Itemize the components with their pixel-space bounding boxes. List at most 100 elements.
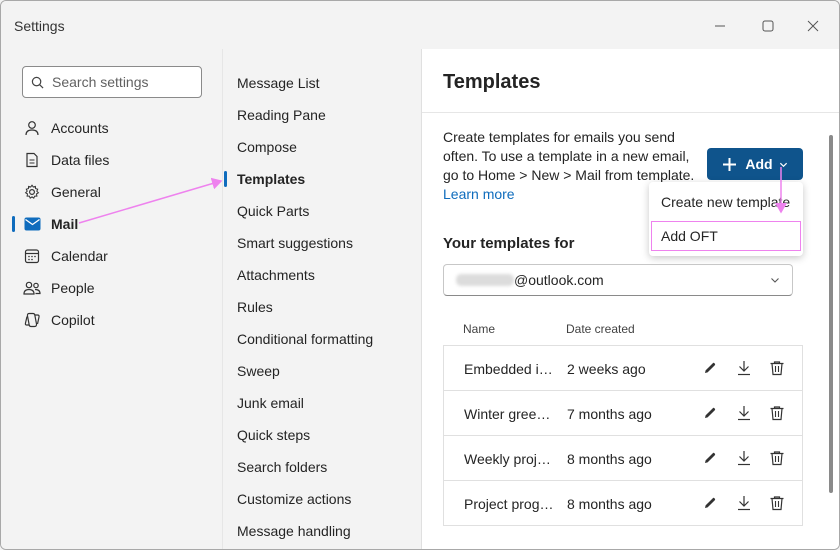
download-button[interactable] [734, 403, 754, 423]
column-header-name: Name [463, 322, 496, 336]
minimize-button[interactable] [705, 13, 735, 39]
learn-more-link[interactable]: Learn more [443, 186, 515, 202]
add-template-button[interactable]: Add [707, 148, 803, 180]
pencil-icon [705, 362, 716, 373]
edit-button[interactable] [700, 358, 720, 378]
trash-icon [770, 496, 784, 511]
delete-button[interactable] [767, 358, 787, 378]
edit-button[interactable] [700, 448, 720, 468]
account-select[interactable]: @outlook.com [443, 264, 793, 296]
nav-item-accounts[interactable]: Accounts [1, 112, 222, 144]
title-bar: Settings [1, 1, 839, 49]
people-icon [23, 281, 41, 295]
mail-setting-attachments[interactable]: Attachments [223, 259, 422, 291]
download-icon [738, 451, 750, 466]
person-icon [25, 121, 39, 136]
nav-item-mail[interactable]: Mail [1, 208, 222, 240]
description-text: Create templates for emails you send oft… [443, 129, 695, 183]
search-icon [31, 76, 44, 88]
redacted-email [456, 274, 514, 286]
template-name: Winter greetings [464, 406, 554, 422]
nav-item-label: Data files [51, 152, 110, 168]
mail-setting-search-folders[interactable]: Search folders [223, 451, 422, 483]
template-date: 8 months ago [567, 496, 652, 512]
column-header-date: Date created [566, 322, 635, 336]
menu-item-add-oft[interactable]: Add OFT [649, 219, 803, 253]
trash-icon [770, 361, 784, 376]
mail-setting-conditional-formatting[interactable]: Conditional formatting [223, 323, 422, 355]
trash-icon [770, 451, 784, 466]
mail-setting-templates[interactable]: Templates [223, 163, 422, 195]
maximize-button[interactable] [753, 13, 783, 39]
mail-setting-reading-pane[interactable]: Reading Pane [223, 99, 422, 131]
download-icon [738, 406, 750, 421]
close-icon [807, 20, 819, 32]
template-date: 8 months ago [567, 451, 652, 467]
pencil-icon [705, 407, 716, 418]
template-date: 2 weeks ago [567, 361, 646, 377]
template-name: Project progress [464, 496, 554, 512]
close-button[interactable] [798, 13, 828, 39]
settings-nav-pane: Accounts Data files General Mail Calenda… [1, 49, 222, 549]
chevron-down-icon [779, 162, 787, 167]
delete-button[interactable] [767, 403, 787, 423]
download-button[interactable] [734, 448, 754, 468]
mail-setting-customize-actions[interactable]: Customize actions [223, 483, 422, 515]
calendar-icon [24, 249, 40, 264]
table-row[interactable]: Project progress 8 months ago [444, 481, 802, 526]
window-title: Settings [14, 18, 65, 34]
settings-nav-list: Accounts Data files General Mail Calenda… [1, 112, 222, 336]
nav-item-data-files[interactable]: Data files [1, 144, 222, 176]
settings-window: Settings Accounts Data files [0, 0, 840, 550]
account-email-suffix: @outlook.com [514, 272, 604, 288]
your-templates-label: Your templates for [443, 235, 575, 252]
templates-table: Embedded images 2 weeks ago Winter greet… [443, 345, 803, 526]
download-icon [738, 496, 750, 511]
mail-settings-list: Message List Reading Pane Compose Templa… [223, 67, 422, 547]
templates-pane: Templates Create templates for emails yo… [421, 49, 839, 549]
mail-setting-message-handling[interactable]: Message handling [223, 515, 422, 547]
mail-setting-smart-suggestions[interactable]: Smart suggestions [223, 227, 422, 259]
template-name: Embedded images [464, 361, 554, 377]
scrollbar[interactable] [829, 135, 833, 493]
nav-item-label: Calendar [51, 248, 108, 264]
template-date: 7 months ago [567, 406, 652, 422]
mail-setting-compose[interactable]: Compose [223, 131, 422, 163]
nav-item-general[interactable]: General [1, 176, 222, 208]
menu-item-create-new-template[interactable]: Create new template [649, 185, 803, 219]
page-title: Templates [443, 71, 541, 93]
gear-icon [24, 184, 40, 199]
template-name: Weekly project update [464, 451, 554, 467]
edit-button[interactable] [700, 403, 720, 423]
mail-setting-junk-email[interactable]: Junk email [223, 387, 422, 419]
add-template-menu: Create new template Add OFT [649, 182, 803, 256]
search-box[interactable] [22, 66, 202, 98]
nav-item-label: Accounts [51, 120, 109, 136]
delete-button[interactable] [767, 448, 787, 468]
copilot-icon [24, 312, 40, 328]
mail-setting-quick-steps[interactable]: Quick steps [223, 419, 422, 451]
mail-setting-message-list[interactable]: Message List [223, 67, 422, 99]
edit-button[interactable] [700, 493, 720, 513]
add-button-label: Add [745, 156, 773, 172]
download-icon [738, 361, 750, 376]
chevron-down-icon [771, 278, 779, 283]
header-divider [422, 112, 839, 113]
nav-item-people[interactable]: People [1, 272, 222, 304]
table-row[interactable]: Embedded images 2 weeks ago [444, 346, 802, 391]
pencil-icon [705, 497, 716, 508]
download-button[interactable] [734, 493, 754, 513]
trash-icon [770, 406, 784, 421]
download-button[interactable] [734, 358, 754, 378]
nav-item-calendar[interactable]: Calendar [1, 240, 222, 272]
mail-setting-quick-parts[interactable]: Quick Parts [223, 195, 422, 227]
search-input[interactable] [52, 74, 192, 90]
nav-item-label: People [51, 280, 95, 296]
mail-setting-rules[interactable]: Rules [223, 291, 422, 323]
table-row[interactable]: Winter greetings 7 months ago [444, 391, 802, 436]
mail-setting-sweep[interactable]: Sweep [223, 355, 422, 387]
maximize-icon [762, 20, 774, 32]
delete-button[interactable] [767, 493, 787, 513]
nav-item-copilot[interactable]: Copilot [1, 304, 222, 336]
table-row[interactable]: Weekly project update 8 months ago [444, 436, 802, 481]
